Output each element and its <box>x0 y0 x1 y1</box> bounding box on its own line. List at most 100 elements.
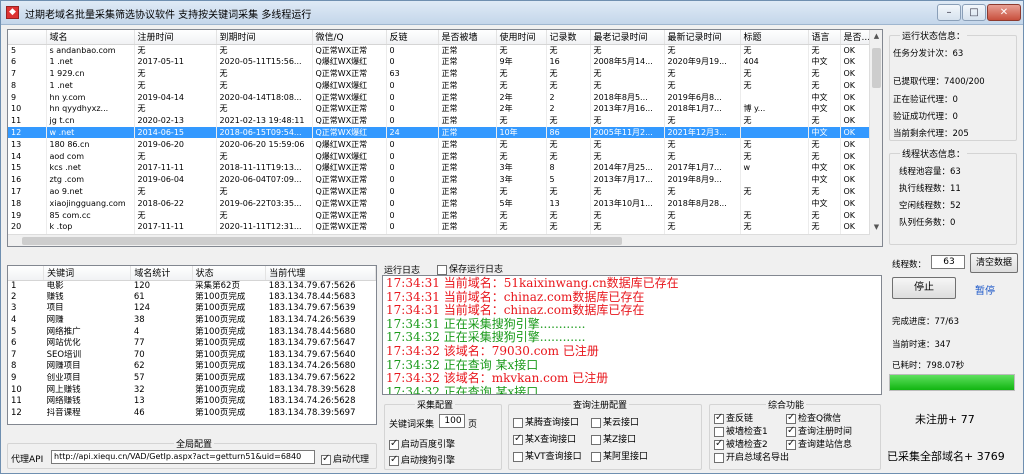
grid-column-header[interactable]: 标题 <box>740 30 809 45</box>
domain-results-grid[interactable]: 域名 注册时间 到期时间 微信/Q 反链 是否被墙 使用时间 记录数 最老记录时间 最新记录时间标… <box>7 29 883 247</box>
query-option-checkbox[interactable] <box>513 417 523 428</box>
keyword-row[interactable]: 7 SEO培训 70 第100页完成 183.134.79.67:5640 <box>8 350 376 362</box>
grid-vertical-scrollbar[interactable]: ▲ ▼ <box>869 30 882 246</box>
grid-column-header[interactable]: 注册时间 <box>134 30 217 45</box>
maximize-button[interactable]: □ <box>962 4 986 21</box>
save-log-option[interactable]: 保存运行日志 <box>437 262 503 275</box>
feature-option[interactable]: 开启总域名导出 <box>714 450 789 463</box>
keyword-row[interactable]: 12 抖音课程 46 第100页完成 183.134.78.39:5697 <box>8 408 376 420</box>
keyword-column-header[interactable] <box>8 266 45 281</box>
keyword-row[interactable]: 8 网赚项目 62 第100页完成 183.134.74.26:5680 <box>8 361 376 373</box>
query-option[interactable]: 某VT查询接口 <box>513 449 582 462</box>
query-option-checkbox[interactable] <box>591 451 601 462</box>
sogou-engine-checkbox[interactable] <box>389 454 399 466</box>
feature-option-checkbox[interactable] <box>714 412 724 424</box>
feature-option[interactable]: 查反链 <box>714 411 753 424</box>
grid-column-header[interactable]: 最新记录时间 <box>664 30 741 45</box>
scroll-down-arrow-icon[interactable]: ▼ <box>870 221 882 234</box>
pause-link[interactable]: 暂停 <box>975 282 995 297</box>
feature-option-checkbox[interactable] <box>786 425 796 437</box>
minimize-button[interactable]: – <box>937 4 961 21</box>
feature-option[interactable]: 被墙检查1 <box>714 424 768 437</box>
grid-horizontal-scrollbar[interactable] <box>8 234 870 246</box>
grid-row[interactable]: 9 hn y.com 2019-04-14 2020-04-14T18:08... Q正… <box>8 91 872 103</box>
clear-data-button[interactable]: 清空数据 <box>970 253 1018 273</box>
grid-column-header[interactable]: 是否被墙 <box>438 30 497 45</box>
save-log-checkbox[interactable] <box>437 264 447 275</box>
keyword-column-header[interactable]: 域名统计 <box>130 266 193 281</box>
query-option[interactable]: 某X查询接口 <box>513 432 576 445</box>
grid-row[interactable]: 61 .net 2017-05-11 2020-05-11T15:56... Q爆红W… <box>8 55 872 68</box>
query-option-checkbox[interactable] <box>513 433 523 445</box>
grid-column-header[interactable]: 使用时间 <box>496 30 547 45</box>
keyword-row[interactable]: 1 电影 120 采集第62页 183.134.79.67:5626 <box>8 280 376 292</box>
grid-column-header[interactable]: 反链 <box>386 30 439 45</box>
baidu-engine-checkbox[interactable] <box>389 438 399 450</box>
feature-option[interactable]: 查询建站信息 <box>786 437 852 450</box>
keyword-row[interactable]: 3 项目 124 第100页完成 183.134.79.67:5639 <box>8 303 376 315</box>
query-option[interactable]: 某阿里接口 <box>591 449 648 462</box>
feature-option-checkbox[interactable] <box>714 452 724 463</box>
grid-row[interactable]: 81 .net 无无 Q爆红WX爆红 0 正常无无无无无无 OK <box>8 79 872 92</box>
grid-row[interactable]: 18 xiaojingguang.com 2018-06-22 2019-06-22T… <box>8 197 872 210</box>
grid-row[interactable]: 71 929.cn 无无 Q正常WX正常 63 正常无无无无无无 OK <box>8 67 872 80</box>
feature-option[interactable]: 检查Q微信 <box>786 411 841 424</box>
keyword-row[interactable]: 5 网络推广 4 第100页完成 183.134.78.44:5680 <box>8 326 376 338</box>
grid-row[interactable]: 10 hn qyydhyxz... 无无 Q正常WX正常 0 正常 2年 2 2013年7月16… <box>8 102 872 115</box>
run-log-output[interactable]: 17:34:31 当前域名：51kaixinwang.cn数据库已存在 17:34… <box>382 275 882 395</box>
grid-row[interactable]: 20 k .top 2017-11-11 2020-11-11T12:31... Q正常… <box>8 220 872 233</box>
scroll-up-arrow-icon[interactable]: ▲ <box>870 30 882 43</box>
grid-column-header[interactable]: 域名 <box>46 30 135 45</box>
stop-button[interactable]: 停止 <box>892 277 956 299</box>
grid-column-header[interactable]: 到期时间 <box>216 30 313 45</box>
keyword-row[interactable]: 10 网上赚钱 32 第100页完成 183.134.78.39:5628 <box>8 384 376 396</box>
enable-proxy-checkbox[interactable] <box>321 453 331 465</box>
query-option[interactable]: 某腾查询接口 <box>513 415 579 428</box>
grid-row[interactable]: 13 180 86.cn 2019-06-20 2020-06-20 15:59:06… <box>8 138 872 151</box>
close-button[interactable]: ✕ <box>987 4 1021 21</box>
feature-option-checkbox[interactable] <box>786 438 796 450</box>
keyword-row[interactable]: 9 创业项目 57 第100页完成 183.134.79.67:5622 <box>8 373 376 385</box>
grid-row[interactable]: 17 ao 9.net 无无 Q正常WX正常 0 正常无无无无无无 OK <box>8 185 872 198</box>
feature-option[interactable]: 被墙检查2 <box>714 437 768 450</box>
keyword-row[interactable]: 2 赚钱 61 第100页完成 183.134.78.44:5683 <box>8 292 376 304</box>
grid-column-header[interactable]: 记录数 <box>546 30 591 45</box>
query-option-checkbox[interactable] <box>591 417 601 428</box>
enable-proxy-option[interactable]: 启动代理 <box>321 452 369 465</box>
grid-row[interactable]: 5s andanbao.com 无无 Q正常WX正常 0 正常无无无无无无 OK <box>8 44 872 56</box>
query-option-checkbox[interactable] <box>513 451 523 462</box>
query-option-checkbox[interactable] <box>591 434 601 445</box>
grid-row[interactable]: 14 aod com 无无 Q爆红WX爆红 0 正常无无无无无无 OK <box>8 150 872 162</box>
hscroll-thumb[interactable] <box>22 237 622 245</box>
grid-cell: 2018-06-22 <box>134 197 217 210</box>
grid-row[interactable]: 11 jg t.cn 2020-02-13 2021-02-13 19:48:11 Q正… <box>8 114 872 127</box>
pages-input[interactable]: 100 <box>439 414 465 428</box>
grid-column-header[interactable] <box>8 30 47 45</box>
query-option[interactable]: 某云接口 <box>591 415 639 428</box>
baidu-engine-option[interactable]: 启动百度引擎 <box>389 437 455 450</box>
thread-count-input[interactable]: 63 <box>931 255 965 269</box>
grid-column-header[interactable]: 语言 <box>808 30 841 45</box>
keyword-row[interactable]: 6 网站优化 77 第100页完成 183.134.79.67:5647 <box>8 338 376 350</box>
sogou-engine-option[interactable]: 启动搜狗引擎 <box>389 453 455 466</box>
keyword-column-header[interactable]: 关键词 <box>43 266 132 281</box>
grid-column-header[interactable]: 是否... <box>840 30 872 45</box>
keyword-row[interactable]: 4 网赚 38 第100页完成 183.134.74.26:5639 <box>8 315 376 327</box>
grid-column-header[interactable]: 最老记录时间 <box>590 30 665 45</box>
grid-row[interactable]: 12 w .net 2014-06-15 2018-06-15T09:54... Q正常… <box>8 126 872 139</box>
feature-option-checkbox[interactable] <box>714 438 724 450</box>
keyword-table[interactable]: 关键词 域名统计 状态 当前代理 1 电影 120 采集第62页 183.134.79.67:… <box>7 265 377 425</box>
grid-column-header[interactable]: 微信/Q <box>312 30 387 45</box>
grid-row[interactable]: 16 ztg .com 2019-06-04 2020-06-04T07:09... Q… <box>8 173 872 186</box>
proxy-api-input[interactable]: http://api.xiequ.cn/VAD/GetIp.aspx?act=g… <box>51 450 315 464</box>
keyword-row[interactable]: 11 网络赚钱 13 第100页完成 183.134.74.26:5628 <box>8 396 376 408</box>
feature-option-checkbox[interactable] <box>714 426 724 437</box>
scroll-thumb[interactable] <box>872 48 881 88</box>
feature-option[interactable]: 查询注册时间 <box>786 424 852 437</box>
keyword-column-header[interactable]: 当前代理 <box>265 266 376 281</box>
query-option[interactable]: 某Z接口 <box>591 432 636 445</box>
feature-option-checkbox[interactable] <box>786 412 796 424</box>
keyword-column-header[interactable]: 状态 <box>192 266 267 281</box>
grid-row[interactable]: 19 85 com.cc 无无 Q正常WX正常 0 正常无无无无无无 OK <box>8 209 872 221</box>
grid-row[interactable]: 15 kcs .net 2017-11-11 2018-11-11T19:13... Q… <box>8 161 872 174</box>
